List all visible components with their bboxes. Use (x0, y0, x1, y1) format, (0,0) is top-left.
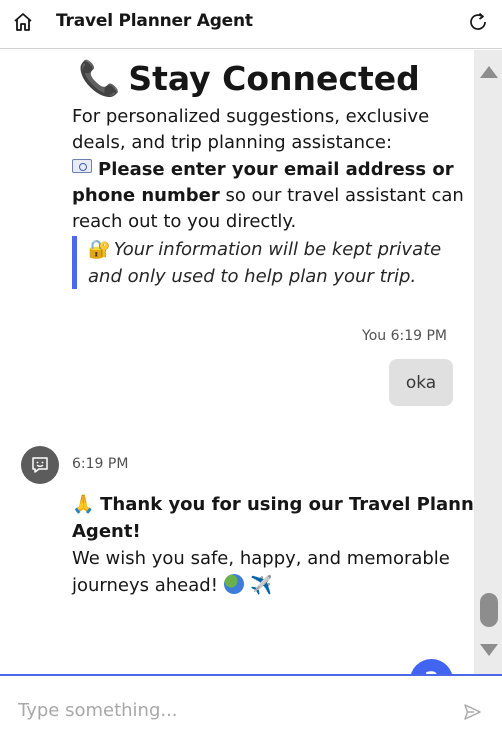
globe-icon (223, 574, 244, 594)
intro-line: For personalized suggestions, exclusive (72, 106, 430, 127)
airplane-icon: ✈️ (249, 575, 273, 596)
request-bold-text: Please enter your email address or (98, 159, 454, 180)
contact-request-text: Please enter your email address or phone… (72, 157, 464, 235)
request-text: reach out to you directly. (72, 211, 297, 232)
app-header: Travel Planner Agent (0, 0, 502, 49)
telephone-icon: 📞 (78, 59, 121, 99)
home-icon[interactable] (11, 10, 35, 34)
intro-line: deals, and trip planning assistance: (72, 132, 393, 153)
help-button[interactable]: ? (410, 659, 453, 674)
thanks-bold-text: Thank you for using our Travel Planner (100, 494, 474, 515)
bot-avatar (21, 446, 59, 484)
envelope-icon (72, 159, 92, 173)
message-composer (0, 674, 502, 740)
scroll-up-arrow-icon[interactable] (480, 66, 498, 78)
scrollbar-thumb[interactable] (480, 593, 498, 627)
bot-message-time: 6:19 PM (72, 456, 129, 472)
request-text: so our travel assistant can (219, 185, 464, 206)
thanks-text: 🙏 Thank you for using our Travel Planner… (72, 491, 474, 545)
intro-text: For personalized suggestions, exclusive … (72, 104, 429, 156)
heading-text: Stay Connected (128, 59, 420, 98)
user-message-bubble: oka (389, 359, 453, 406)
messages-scrollbar[interactable] (474, 50, 502, 674)
wish-line: journeys ahead! (72, 575, 218, 596)
privacy-text: Your information will be kept private (113, 239, 442, 260)
message-input[interactable] (18, 700, 448, 721)
refresh-icon[interactable] (467, 11, 489, 33)
request-bold-text: phone number (72, 185, 220, 206)
lock-icon: 🔐 (88, 239, 111, 260)
send-icon[interactable] (462, 702, 482, 722)
user-message-meta: You 6:19 PM (362, 328, 447, 344)
stay-connected-heading: 📞 Stay Connected (78, 56, 420, 102)
thanks-bold-text: Agent! (72, 521, 141, 542)
privacy-text: and only used to help plan your trip. (88, 266, 417, 287)
praying-hands-icon: 🙏 (72, 494, 95, 515)
chat-messages[interactable]: 📞 Stay Connected For personalized suggest… (0, 50, 474, 674)
farewell-text: We wish you safe, happy, and memorable j… (72, 545, 450, 599)
page-title: Travel Planner Agent (56, 11, 253, 31)
chat-bot-icon (32, 457, 48, 473)
scroll-down-arrow-icon[interactable] (480, 644, 498, 656)
privacy-note: 🔐 Your information will be kept private … (72, 236, 452, 289)
wish-line: We wish you safe, happy, and memorable (72, 548, 450, 569)
